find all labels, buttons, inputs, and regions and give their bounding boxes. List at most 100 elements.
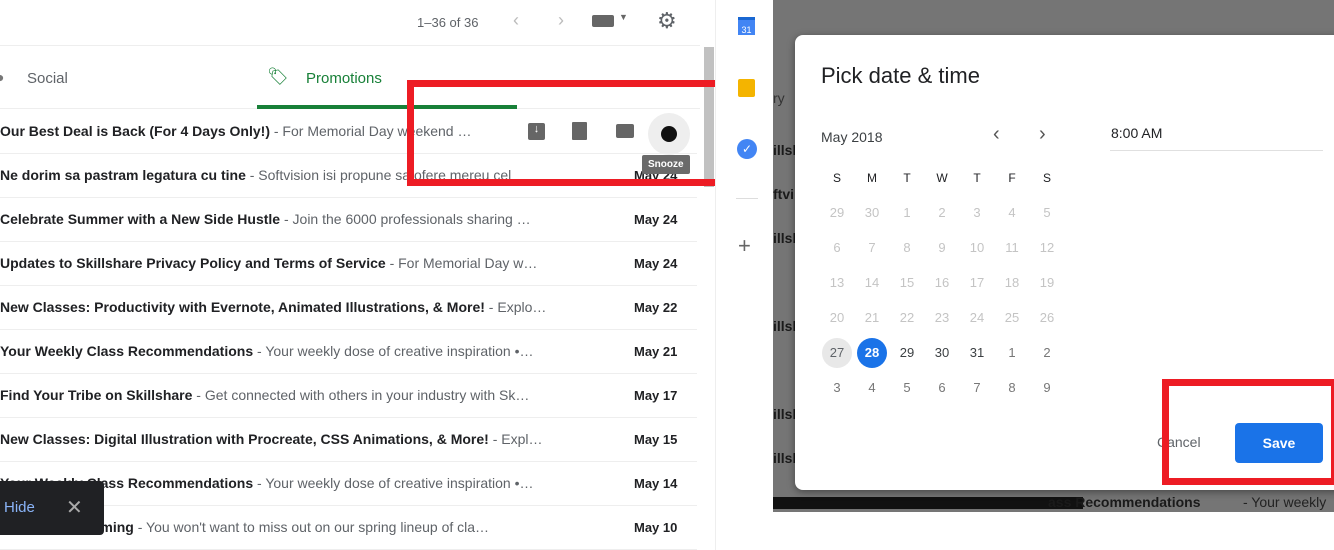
- calendar-day[interactable]: 5: [892, 373, 922, 403]
- hide-button[interactable]: Hide: [4, 499, 35, 516]
- calendar-day: 15: [899, 275, 915, 290]
- calendar-day: 3: [973, 205, 981, 220]
- email-snippet: - For Memorial Day w…: [385, 255, 538, 271]
- email-subject: Celebrate Summer with a New Side Hustle: [0, 211, 281, 227]
- email-subject: Find Your Tribe on Skillshare: [0, 387, 193, 403]
- calendar-day: 26: [1039, 310, 1055, 325]
- email-summary: Celebrate Summer with a New Side Hustle …: [0, 211, 578, 227]
- calendar-day: 10: [969, 240, 985, 255]
- email-snippet: - Explo…: [484, 299, 547, 315]
- weekday-label: T: [973, 171, 981, 185]
- weekday-label: S: [832, 171, 841, 185]
- time-input[interactable]: 8:00 AM: [1110, 125, 1323, 151]
- page-bottom: [773, 512, 1334, 550]
- calendar-day: 2: [938, 205, 946, 220]
- toolbar: 1–36 of 36 ‹ › ▼ ⚙: [0, 0, 700, 46]
- email-snippet: - Your weekly dose of creative inspirati…: [253, 343, 534, 359]
- email-row[interactable]: Updates to Skillshare Privacy Policy and…: [0, 242, 697, 286]
- email-subject: Ne dorim sa pastram legatura cu tine: [0, 167, 246, 183]
- email-row[interactable]: New Classes: Productivity with Evernote,…: [0, 286, 697, 330]
- calendar-day: 12: [1039, 240, 1055, 255]
- calendar-day[interactable]: 30: [927, 338, 957, 368]
- email-date: May 24: [634, 212, 678, 227]
- prev-month-button[interactable]: ‹: [993, 123, 1000, 146]
- weekday-label: S: [1042, 171, 1051, 185]
- email-subject: Updates to Skillshare Privacy Policy and…: [0, 255, 386, 271]
- background-text: ftvi: [773, 186, 794, 202]
- email-row[interactable]: New Classes: Digital Illustration with P…: [0, 418, 697, 462]
- email-snippet: - Join the 6000 professionals sharing …: [280, 211, 531, 227]
- background-text: ass Recommendations: [1048, 494, 1201, 510]
- background-text: ry: [773, 90, 785, 106]
- people-icon: ●: [0, 69, 5, 85]
- email-subject: New Classes: Digital Illustration with P…: [0, 431, 489, 447]
- calendar-day[interactable]: 9: [1032, 373, 1062, 403]
- email-snippet: - Your weekly dose of creative inspirati…: [253, 475, 534, 491]
- calendar-day[interactable]: 29: [892, 338, 922, 368]
- highlight-box: [1162, 379, 1334, 485]
- calendar-day: 6: [833, 240, 841, 255]
- email-date: May 17: [634, 388, 678, 403]
- calendar-day: 22: [899, 310, 915, 325]
- tab-social[interactable]: ● Social: [0, 47, 250, 109]
- email-summary: Updates to Skillshare Privacy Policy and…: [0, 255, 578, 271]
- calendar-day-selected[interactable]: 28: [857, 338, 887, 368]
- close-icon[interactable]: ✕: [66, 495, 83, 520]
- tag-icon: 🏷: [267, 67, 289, 86]
- email-date: May 24: [634, 256, 678, 271]
- tasks-icon[interactable]: ✓: [737, 139, 757, 159]
- caret-down-icon[interactable]: ▼: [619, 12, 628, 22]
- email-summary: New Classes: Productivity with Evernote,…: [0, 299, 578, 315]
- chevron-left-icon[interactable]: ‹: [513, 10, 519, 31]
- calendar-day[interactable]: 4: [857, 373, 887, 403]
- toast: Hide ✕: [0, 481, 104, 535]
- calendar-day: 14: [864, 275, 880, 290]
- keep-bulb-icon[interactable]: [738, 79, 755, 97]
- calendar-day[interactable]: 2: [1032, 338, 1062, 368]
- calendar-day: 11: [1005, 240, 1019, 255]
- email-summary: Your Weekly Class Recommendations - Your…: [0, 343, 578, 359]
- calendar-day: 30: [864, 205, 880, 220]
- calendar-day: 13: [829, 275, 845, 290]
- calendar-day: 9: [938, 240, 946, 255]
- month-label: May 2018: [821, 129, 883, 145]
- calendar-day[interactable]: 31: [962, 338, 992, 368]
- calendar-day: 21: [864, 310, 880, 325]
- chevron-right-icon[interactable]: ›: [558, 10, 564, 31]
- weekday-label: W: [936, 171, 948, 185]
- calendar-day: 8: [903, 240, 911, 255]
- weekday-label: F: [1008, 171, 1016, 185]
- calendar-day: 24: [969, 310, 985, 325]
- keyboard-icon[interactable]: [592, 15, 614, 27]
- email-date: May 22: [634, 300, 678, 315]
- email-date: May 15: [634, 432, 678, 447]
- calendar-icon[interactable]: 31: [738, 17, 755, 35]
- calendar-day: 4: [1008, 205, 1016, 220]
- email-row[interactable]: Your Weekly Class Recommendations - Your…: [0, 330, 697, 374]
- email-snippet: - You won't want to miss out on our spri…: [133, 519, 490, 535]
- email-row[interactable]: Your Weekly Class Recommendations - Your…: [0, 462, 697, 506]
- email-subject: Our Best Deal is Back (For 4 Days Only!): [0, 123, 270, 139]
- gear-icon[interactable]: ⚙: [657, 8, 677, 34]
- email-summary: Find Your Tribe on Skillshare - Get conn…: [0, 387, 578, 403]
- weekday-label: T: [903, 171, 911, 185]
- plus-icon[interactable]: +: [738, 233, 751, 259]
- email-snippet: - Expl…: [488, 431, 543, 447]
- dialog-title: Pick date & time: [821, 63, 980, 88]
- calendar-day[interactable]: 6: [927, 373, 957, 403]
- calendar-day: 5: [1043, 205, 1051, 220]
- next-month-button[interactable]: ›: [1039, 123, 1046, 146]
- tab-label: Social: [27, 70, 68, 87]
- calendar-day[interactable]: 8: [997, 373, 1027, 403]
- calendar-day: 23: [934, 310, 950, 325]
- calendar-day: 1: [903, 205, 911, 220]
- redaction-bar: [773, 497, 1083, 509]
- email-row[interactable]: Classes are Coming - You won't want to m…: [0, 506, 697, 550]
- calendar-day[interactable]: 3: [822, 373, 852, 403]
- email-row[interactable]: Celebrate Summer with a New Side Hustle …: [0, 198, 697, 242]
- calendar-day[interactable]: 1: [997, 338, 1027, 368]
- calendar-day: 29: [829, 205, 845, 220]
- email-row[interactable]: Find Your Tribe on Skillshare - Get conn…: [0, 374, 697, 418]
- calendar-day[interactable]: 7: [962, 373, 992, 403]
- highlight-box: [407, 80, 715, 186]
